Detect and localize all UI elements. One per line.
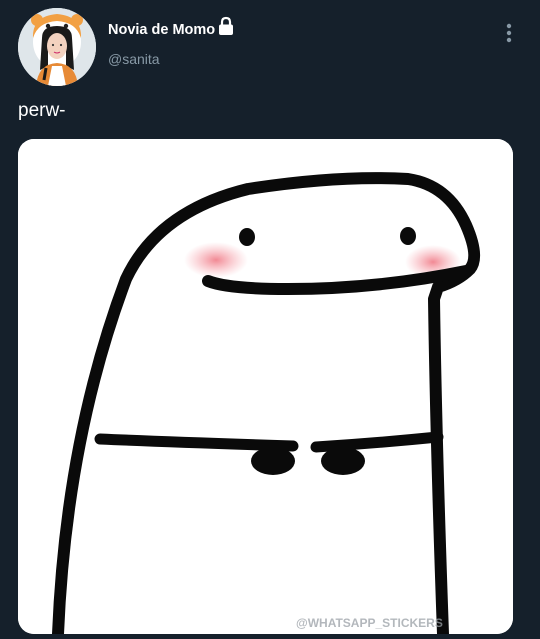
lock-icon: [215, 15, 237, 37]
flork-sticker-image: @WHATSAPP_STICKERS: [18, 139, 513, 634]
tweet-media[interactable]: @WHATSAPP_STICKERS: [18, 139, 513, 634]
tweet-text: perw-: [18, 100, 66, 121]
more-options-icon[interactable]: [498, 20, 520, 46]
display-name[interactable]: Novia de Momo: [108, 22, 215, 38]
user-avatar[interactable]: [18, 8, 96, 86]
avatar-image: [18, 8, 96, 86]
media-watermark: @WHATSAPP_STICKERS: [296, 616, 443, 630]
tweet-card: Novia de Momo @sanita perw- @WHATSAPP_ST…: [0, 0, 540, 639]
user-handle[interactable]: @sanita: [108, 51, 160, 67]
